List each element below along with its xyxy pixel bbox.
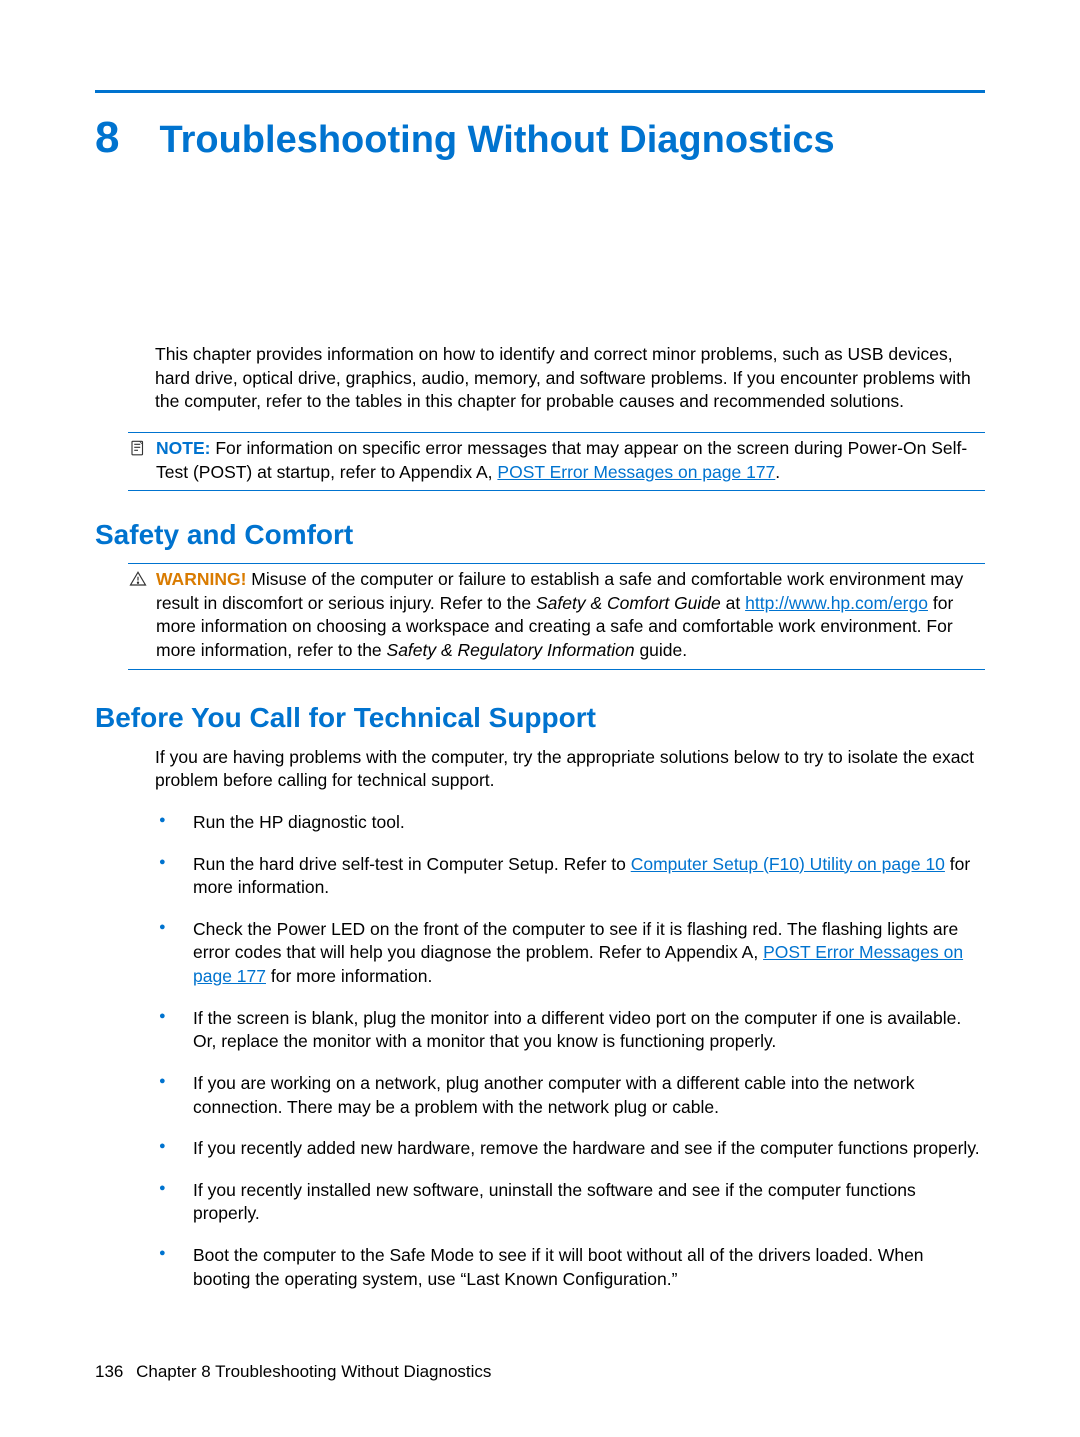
note-after: . [775,462,780,482]
list-item: Run the HP diagnostic tool. [155,811,985,835]
warning-callout: WARNING! Misuse of the computer or failu… [128,563,985,670]
note-label: NOTE: [156,438,210,458]
safety-heading: Safety and Comfort [95,519,985,551]
bullet-text: for more information. [266,966,432,986]
list-item: If you are working on a network, plug an… [155,1072,985,1119]
chapter-number: 8 [95,113,119,163]
note-icon [128,437,148,457]
list-item: If you recently installed new software, … [155,1179,985,1226]
list-item: If the screen is blank, plug the monitor… [155,1007,985,1054]
list-item: Run the hard drive self-test in Computer… [155,853,985,900]
note-link[interactable]: POST Error Messages on page 177 [497,462,775,482]
support-intro: If you are having problems with the comp… [155,746,985,793]
intro-paragraph: This chapter provides information on how… [155,343,985,414]
bullet-text: If you recently added new hardware, remo… [193,1138,980,1158]
bullet-text: If you recently installed new software, … [193,1180,916,1224]
document-page: 8 Troubleshooting Without Diagnostics Th… [0,0,1080,1369]
list-item: Check the Power LED on the front of the … [155,918,985,989]
chapter-heading: 8 Troubleshooting Without Diagnostics [95,113,985,163]
warning-body: WARNING! Misuse of the computer or failu… [156,568,985,663]
note-body: NOTE: For information on specific error … [156,437,985,484]
bullet-link[interactable]: Computer Setup (F10) Utility on page 10 [631,854,945,874]
support-heading: Before You Call for Technical Support [95,702,985,734]
page-number: 136 [95,1362,123,1381]
warning-italic-2: Safety & Regulatory Information [387,640,635,660]
warning-text-2: at [721,593,745,613]
top-rule [95,90,985,93]
footer-label: Chapter 8 Troubleshooting Without Diagno… [136,1362,491,1381]
list-item: If you recently added new hardware, remo… [155,1137,985,1161]
warning-label: WARNING! [156,569,246,589]
bullet-text: If the screen is blank, plug the monitor… [193,1008,961,1052]
list-item: Boot the computer to the Safe Mode to se… [155,1244,985,1291]
warning-italic-1: Safety & Comfort Guide [536,593,721,613]
bullet-text: Run the hard drive self-test in Computer… [193,854,631,874]
chapter-title: Troubleshooting Without Diagnostics [159,119,834,162]
page-footer: 136 Chapter 8 Troubleshooting Without Di… [95,1362,491,1382]
bullet-text: If you are working on a network, plug an… [193,1073,914,1117]
warning-text-4: guide. [635,640,688,660]
support-bullet-list: Run the HP diagnostic tool. Run the hard… [155,811,985,1291]
warning-link[interactable]: http://www.hp.com/ergo [745,593,928,613]
warning-icon [128,568,148,588]
bullet-text: Boot the computer to the Safe Mode to se… [193,1245,924,1289]
bullet-text: Run the HP diagnostic tool. [193,812,405,832]
note-callout: NOTE: For information on specific error … [128,432,985,491]
